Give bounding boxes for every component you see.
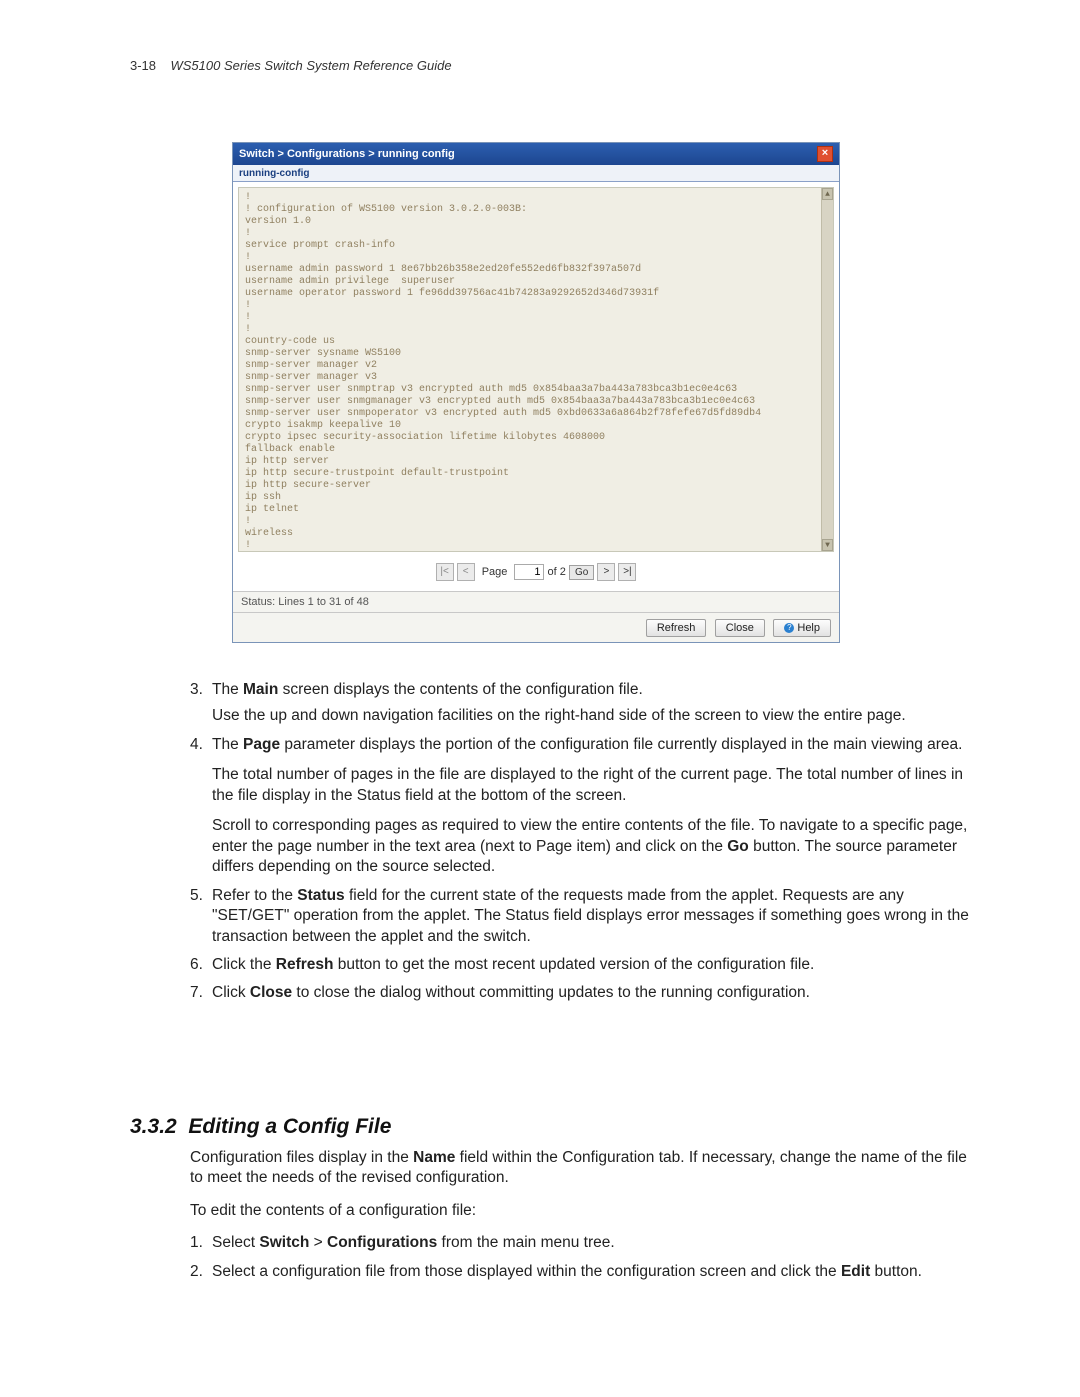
list-item-4: 4. The Page parameter displays the porti…	[190, 735, 980, 878]
list-item-3: 3. The Main screen displays the contents…	[190, 680, 980, 727]
doc-title: WS5100 Series Switch System Reference Gu…	[170, 58, 451, 73]
close-icon[interactable]: ×	[817, 146, 833, 162]
pager: |< < Page of 2 Go > >|	[233, 557, 839, 591]
list-item-7: 7. Click Close to close the dialog witho…	[190, 983, 980, 1003]
list-item-5: 5. Refer to the Status field for the cur…	[190, 886, 980, 947]
page-number: 3-18	[130, 58, 156, 73]
step-2: 2. Select a configuration file from thos…	[190, 1262, 980, 1282]
term-edit: Edit	[841, 1263, 870, 1280]
section-body: Configuration files display in the Name …	[190, 1148, 980, 1290]
page-label: Page	[482, 566, 508, 578]
close-button[interactable]: Close	[715, 619, 765, 637]
refresh-button[interactable]: Refresh	[646, 619, 707, 637]
first-page-button[interactable]: |<	[436, 563, 454, 581]
scroll-up-icon[interactable]: ▲	[822, 188, 833, 200]
dialog-titlebar: Switch > Configurations > running config…	[233, 143, 839, 165]
section-heading: 3.3.2 Editing a Config File	[130, 1115, 391, 1139]
config-text: ! ! configuration of WS5100 version 3.0.…	[245, 192, 761, 552]
section-intro: To edit the contents of a configuration …	[190, 1201, 980, 1221]
help-button[interactable]: ?Help	[773, 619, 831, 637]
button-bar: Refresh Close ?Help	[233, 612, 839, 642]
step-1: 1. Select Switch > Configurations from t…	[190, 1233, 980, 1253]
term-main: Main	[243, 681, 278, 698]
term-close: Close	[250, 984, 292, 1001]
page-number-input[interactable]	[514, 564, 544, 580]
dialog-breadcrumb: Switch > Configurations > running config	[239, 148, 455, 160]
dialog-subtitle: running-config	[233, 165, 839, 182]
instruction-list: 3. The Main screen displays the contents…	[190, 680, 980, 1012]
go-button[interactable]: Go	[569, 565, 594, 580]
next-page-button[interactable]: >	[597, 563, 615, 581]
term-page: Page	[243, 736, 280, 753]
term-status: Status	[297, 887, 344, 904]
status-bar: Status: Lines 1 to 31 of 48	[233, 591, 839, 612]
term-refresh: Refresh	[276, 956, 334, 973]
config-dialog: Switch > Configurations > running config…	[232, 142, 840, 643]
page-header: 3-18 WS5100 Series Switch System Referen…	[130, 58, 452, 73]
last-page-button[interactable]: >|	[618, 563, 636, 581]
page-of-label: of 2	[548, 566, 566, 578]
term-switch: Switch	[259, 1234, 309, 1251]
term-configurations: Configurations	[327, 1234, 437, 1251]
help-icon: ?	[784, 623, 794, 633]
prev-page-button[interactable]: <	[457, 563, 475, 581]
list-item-6: 6. Click the Refresh button to get the m…	[190, 955, 980, 975]
scrollbar[interactable]: ▲ ▼	[821, 188, 833, 551]
scroll-down-icon[interactable]: ▼	[822, 539, 833, 551]
term-name: Name	[413, 1149, 455, 1166]
term-go: Go	[727, 838, 749, 855]
config-text-area: ! ! configuration of WS5100 version 3.0.…	[238, 187, 834, 552]
